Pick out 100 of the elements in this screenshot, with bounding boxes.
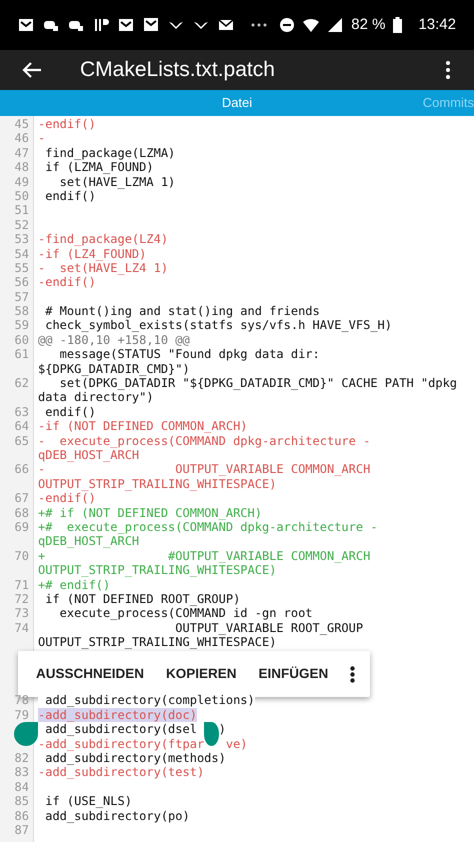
code-line: +# endif() <box>38 578 110 592</box>
code-line: execute_process(COMMAND id -gn root <box>58 606 313 620</box>
more-vertical-icon <box>350 666 356 683</box>
code-line: - set(HAVE_LZ4 1) <box>38 260 168 275</box>
line-number: 65 <box>14 434 29 448</box>
line-number: 51 <box>14 203 29 218</box>
menu-action[interactable]: KOPIEREN <box>166 664 237 685</box>
code-line: +# execute_process(COMMAND dpkg-architecture - <box>38 520 378 534</box>
code-line: check_symbol_exists(statfs sys/vfs.h HAVE_VFS_H) <box>44 318 392 332</box>
code-line: -add_subdirectory(ftpar <box>38 736 204 751</box>
code-line: -endif() <box>38 275 96 290</box>
line-number: 47 <box>14 146 29 160</box>
code-line: OUTPUT_STRIP_TRAILING_WHITESPACE) <box>38 563 276 578</box>
code-line: set(DPKG_DATADIR "${DPKG_DATADIR_CMD}" CACHE PATH "dpkg <box>58 376 458 390</box>
code-line: ${DPKG_DATADIR_CMD}") <box>38 362 190 376</box>
line-number: 62 <box>14 376 29 390</box>
toolbar-title: CMakeLists.txt.patch <box>80 57 275 84</box>
code-line: add_subdirectory(methods) <box>44 751 226 766</box>
line-number: 53 <box>14 232 29 246</box>
code-line: - OUTPUT_VARIABLE COMMON_ARCH <box>38 462 370 476</box>
line-number: 48 <box>14 160 29 174</box>
code-line: - <box>38 131 46 146</box>
code-line: + #OUTPUT_VARIABLE COMMON_ARCH <box>38 548 370 563</box>
mail-icon <box>18 17 34 33</box>
clock: 13:42 <box>418 14 456 35</box>
code-line: -if (LZ4_FOUND) <box>38 246 146 261</box>
code-line: -endif() <box>38 491 96 506</box>
line-number: 46 <box>14 131 29 146</box>
line-number: 50 <box>14 188 29 203</box>
line-number: 79 <box>14 708 29 722</box>
code-line: OUTPUT_STRIP_TRAILING_WHITESPACE) <box>38 635 276 650</box>
line-number: 86 <box>14 808 29 823</box>
line-number: 52 <box>14 218 29 232</box>
line-number: 71 <box>14 578 29 592</box>
code-line: -if (NOT DEFINED COMMON_ARCH) <box>38 419 248 434</box>
line-number: 82 <box>14 751 29 766</box>
code-line: -find_package(LZ4) <box>38 232 168 246</box>
code-line: find_package(LZMA) <box>44 146 176 160</box>
code-line: # Mount()ing and stat()ing and friends <box>44 304 320 318</box>
code-line: -add_subdirectory(test) <box>38 765 204 780</box>
code-line: message(STATUS "Found dpkg data dir: <box>58 347 320 362</box>
code-line: qDEB_HOST_ARCH <box>38 448 140 462</box>
code-line: @@ -180,10 +158,10 @@ <box>38 332 190 347</box>
mail-icon <box>118 17 134 33</box>
code-line: add_subdirectory(po) <box>44 808 190 823</box>
line-number: 59 <box>14 318 29 332</box>
line-number: 49 <box>14 174 29 189</box>
battery-icon <box>393 17 402 33</box>
line-number: 63 <box>14 404 29 419</box>
line-number: 72 <box>14 592 29 606</box>
line-number: 69 <box>14 520 29 534</box>
battery-percentage: 82 % <box>351 14 386 35</box>
more-actions-button[interactable] <box>350 665 356 684</box>
line-number: 68 <box>14 506 29 520</box>
code-line: ve) <box>226 736 248 751</box>
code-line: if (USE_NLS) <box>44 794 132 808</box>
line-number: 60 <box>14 332 29 347</box>
more-notifications-icon <box>251 23 267 27</box>
line-number: 73 <box>14 606 29 620</box>
line-number: 67 <box>14 491 29 506</box>
line-number: 70 <box>14 548 29 563</box>
code-line: OUTPUT_STRIP_TRAILING_WHITESPACE) <box>38 476 276 491</box>
wifi-icon <box>303 17 320 33</box>
selection-handle <box>204 722 219 746</box>
line-number: 61 <box>14 347 29 362</box>
code-line: qDEB_HOST_ARCH <box>38 534 140 548</box>
line-number: 87 <box>14 822 29 837</box>
code-line: OUTPUT_VARIABLE ROOT_GROUP <box>174 620 364 635</box>
code-line: -add_subdirectory(doc) <box>38 708 197 722</box>
line-number: 85 <box>14 794 29 808</box>
selection-handle <box>14 722 38 746</box>
line-number: 66 <box>14 462 29 476</box>
line-number: 84 <box>14 780 29 794</box>
code-line: ) <box>218 722 226 736</box>
line-number: 45 <box>14 117 29 131</box>
line-number: 58 <box>14 304 29 318</box>
notification-icon <box>93 17 109 33</box>
envelope-icon <box>218 17 234 33</box>
code-line: if (LZMA_FOUND) <box>44 160 154 174</box>
code-line: -endif() <box>38 117 96 131</box>
line-number: 83 <box>14 765 29 780</box>
code-line: endif() <box>44 404 96 419</box>
signal-icon <box>327 17 344 33</box>
code-line: endif() <box>44 188 96 203</box>
more-vertical-icon <box>446 61 450 79</box>
line-number: 74 <box>14 620 29 635</box>
line-number: 56 <box>14 275 29 290</box>
code-line: add_subdirectory(dsel <box>44 722 197 736</box>
code-line: +# if (NOT DEFINED COMMON_ARCH) <box>38 506 262 520</box>
do-not-disturb-icon <box>279 17 296 33</box>
line-number: 54 <box>14 246 29 261</box>
menu-action[interactable]: EINFÜGEN <box>258 664 328 685</box>
code-line: if (NOT DEFINED ROOT_GROUP) <box>44 592 240 606</box>
menu-action[interactable]: AUSSCHNEIDEN <box>36 664 144 685</box>
line-number: 64 <box>14 419 29 434</box>
code-line: - execute_process(COMMAND dpkg-architecture - <box>38 434 370 448</box>
line-number: 78 <box>14 693 29 708</box>
code-line: data directory") <box>38 390 154 404</box>
mail-stack-icon <box>143 17 159 33</box>
code-line: add_subdirectory(completions) <box>44 693 255 708</box>
